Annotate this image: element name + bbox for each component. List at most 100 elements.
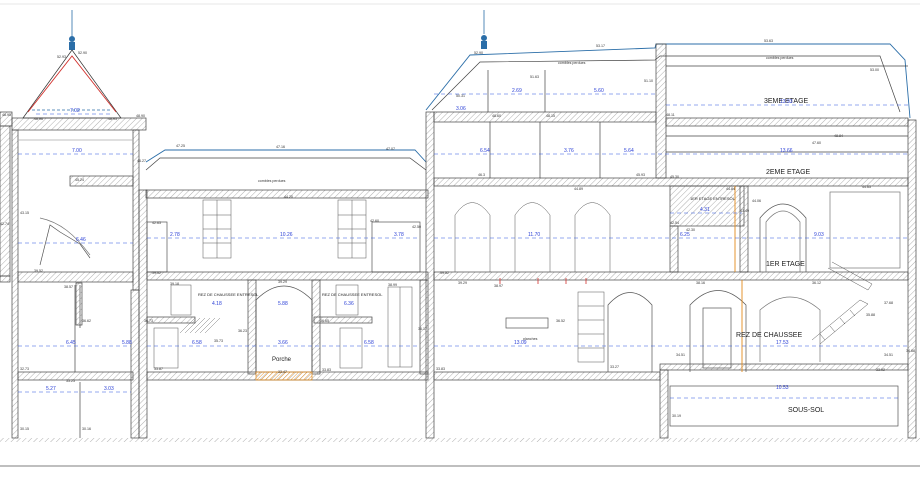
height-dim: 10.53 <box>776 385 789 391</box>
level-mark: 35.88 <box>866 313 875 317</box>
level-mark: 51.10 <box>644 79 653 83</box>
level-mark: 47.16 <box>276 145 285 149</box>
height-dim: 5.27 <box>46 386 56 392</box>
level-mark: 46.3 <box>478 173 485 177</box>
room-label-2eme-etage: 2EME ETAGE <box>766 169 811 176</box>
level-mark: 35.73 <box>214 339 223 343</box>
height-dim: 2.78 <box>170 232 180 238</box>
height-dim: 5.64 <box>624 148 634 154</box>
room-label-sous-sol: SOUS-SOL <box>788 407 824 414</box>
level-mark: 30.19 <box>672 414 681 418</box>
level-mark: 33.83 <box>322 368 331 372</box>
level-mark: 38.57 <box>64 285 73 289</box>
level-mark: 44.89 <box>574 187 583 191</box>
level-mark: 33.47 <box>278 370 287 374</box>
level-mark: 51.63 <box>530 75 539 79</box>
level-mark: 36.23 <box>238 329 247 333</box>
room-label-rez-entresol-right: REZ DE CHAUSSEE ENTRESOL <box>322 292 383 297</box>
room-label-porche: Porche <box>272 357 292 363</box>
level-mark: 47.60 <box>812 141 821 145</box>
level-mark: 42.54 <box>670 221 679 225</box>
level-mark: 38.99 <box>388 283 397 287</box>
level-mark: 48.90 <box>136 114 145 118</box>
height-dim: 3.06 <box>456 106 466 112</box>
level-mark: 30.15 <box>20 427 29 431</box>
height-dim: 2.69 <box>512 88 522 94</box>
level-mark: 34.88 <box>906 349 915 353</box>
level-mark: 48.11 <box>666 113 675 117</box>
note-combles-left: combles perdues <box>258 179 286 183</box>
level-mark: 34.51 <box>884 353 893 357</box>
level-mark: 53.63 <box>764 39 773 43</box>
height-dim: 9.03 <box>814 232 824 238</box>
level-mark: 53.17 <box>596 44 605 48</box>
level-mark: 39.29 <box>458 281 467 285</box>
level-mark: 36.73 <box>144 319 153 323</box>
level-mark: 33.23 <box>66 379 75 383</box>
level-mark: 46.27 <box>137 159 146 163</box>
level-mark: 53.00 <box>870 68 879 72</box>
level-mark: 39.52 <box>152 271 161 275</box>
level-mark: 32.73 <box>20 367 29 371</box>
level-mark: 44.84 <box>726 187 735 191</box>
level-mark: 43.49 <box>740 209 749 213</box>
building-section-drawing: 3EME ETAGE 2EME ETAGE 1ER ETAGE 1ER ETAG… <box>0 3 920 467</box>
level-mark: 48.96 <box>34 117 43 121</box>
note-combles-right2: combles perdues <box>766 56 794 60</box>
level-mark: 52.90 <box>474 51 483 55</box>
height-dim: 5.60 <box>594 88 604 94</box>
height-dim: 6.58 <box>364 340 374 346</box>
height-dim: 3.78 <box>394 232 404 238</box>
height-dim: 3.03 <box>104 386 114 392</box>
level-mark: 42.50 <box>412 225 421 229</box>
height-dim: 13.93 <box>780 99 793 105</box>
left-pavilion <box>0 10 147 439</box>
level-mark: 39.52 <box>440 271 449 275</box>
height-dim: 7.02 <box>70 108 80 114</box>
height-dim: 4.31 <box>700 207 710 213</box>
dimension-lines <box>18 93 908 399</box>
level-mark: 44.65 <box>862 185 871 189</box>
level-mark: 45.93 <box>636 173 645 177</box>
level-mark: 33.87 <box>154 367 163 371</box>
level-mark: 33.83 <box>436 367 445 371</box>
level-mark: 47.07 <box>386 147 395 151</box>
level-mark: 52.93 <box>57 55 66 59</box>
level-mark: 39.18 <box>170 282 179 286</box>
level-mark: 50.31 <box>456 94 465 98</box>
height-dim: 6.54 <box>480 148 490 154</box>
level-mark: 48.84 <box>834 134 843 138</box>
level-mark: 38.97 <box>494 284 503 288</box>
level-mark: 47.25 <box>176 144 185 148</box>
height-dim: 7.00 <box>72 148 82 154</box>
ground-hatch <box>0 438 920 442</box>
height-dim: 6.45 <box>66 340 76 346</box>
level-mark: 42.30 <box>686 228 695 232</box>
level-mark: 37.68 <box>884 301 893 305</box>
level-mark: 36.65 <box>320 319 329 323</box>
height-dim: 5.88 <box>122 340 132 346</box>
level-mark: 30.16 <box>82 427 91 431</box>
level-mark: 48.15 <box>546 114 555 118</box>
level-mark: 44.20 <box>284 195 293 199</box>
level-mark: 52.90 <box>78 51 87 55</box>
level-mark: 39.29 <box>278 280 287 284</box>
height-dim: 10.26 <box>280 232 293 238</box>
height-dim: 3.66 <box>278 340 288 346</box>
level-mark: 33.92 <box>876 368 885 372</box>
room-label-1er-etage: 1ER ETAGE <box>766 261 805 268</box>
height-dim: 13.66 <box>780 148 793 154</box>
height-dim: 6.46 <box>76 237 86 243</box>
height-dim: 11.70 <box>528 232 540 238</box>
level-mark: 45.30 <box>670 175 679 179</box>
height-dimensions: 7.02 7.00 6.46 6.45 5.27 3.03 2.78 10.26… <box>46 88 824 392</box>
level-mark: 38.16 <box>696 281 705 285</box>
height-dim: 6.25 <box>680 232 690 238</box>
level-mark: 42.74 <box>0 222 9 226</box>
room-label-1er-etage-entresol: 1ER ETAGE ENTRESOL <box>690 196 736 201</box>
room-label-rez-de-chaussee: REZ DE CHAUSSEE <box>736 332 802 339</box>
level-mark: 43.15 <box>20 211 29 215</box>
height-dim: 4.18 <box>212 301 222 307</box>
level-mark: 33.27 <box>610 365 619 369</box>
height-dim: 13.09 <box>514 340 527 346</box>
